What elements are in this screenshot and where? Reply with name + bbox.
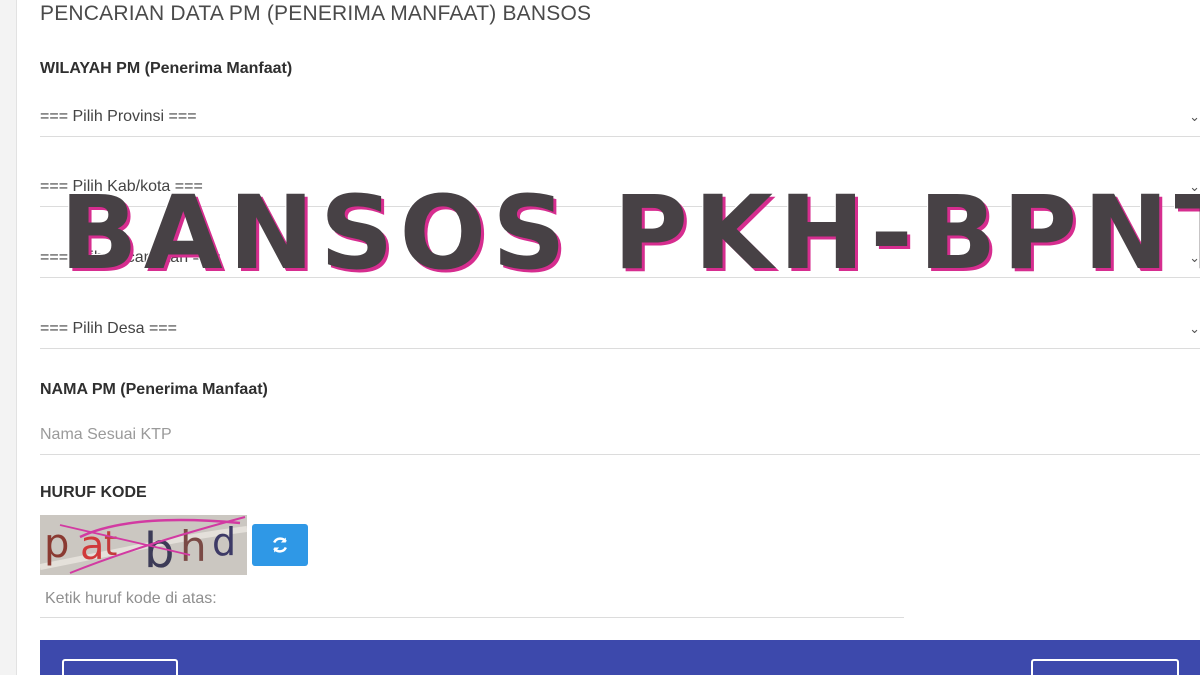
captcha-image: p a t b h d xyxy=(40,515,247,575)
provinsi-select[interactable]: === Pilih Provinsi === ⌄ xyxy=(40,97,1200,137)
kode-input-placeholder: Ketik huruf kode di atas: xyxy=(45,589,217,607)
kode-label: HURUF KODE xyxy=(40,484,147,501)
desa-select-value: === Pilih Desa === xyxy=(40,319,177,337)
svg-text:d: d xyxy=(212,520,236,564)
footer-action-bar xyxy=(40,640,1200,689)
svg-text:b: b xyxy=(144,523,174,575)
wilayah-label: WILAYAH PM (Penerima Manfaat) xyxy=(40,60,293,77)
search-button[interactable] xyxy=(1031,659,1179,689)
svg-text:p: p xyxy=(44,521,69,567)
nama-input[interactable]: Nama Sesuai KTP xyxy=(40,415,1200,455)
chevron-down-icon: ⌄ xyxy=(1189,321,1200,336)
reset-button[interactable] xyxy=(62,659,178,689)
refresh-captcha-button[interactable] xyxy=(252,524,308,566)
nama-input-placeholder: Nama Sesuai KTP xyxy=(40,425,172,443)
chevron-down-icon: ⌄ xyxy=(1189,109,1200,124)
refresh-icon xyxy=(273,537,287,553)
left-border xyxy=(0,0,17,675)
overlay-title: BANSOS PKH-BPNT xyxy=(60,174,1200,293)
page-title: PENCARIAN DATA PM (PENERIMA MANFAAT) BAN… xyxy=(40,2,592,25)
desa-select[interactable]: === Pilih Desa === ⌄ xyxy=(40,309,1200,349)
nama-label: NAMA PM (Penerima Manfaat) xyxy=(40,381,268,398)
provinsi-select-value: === Pilih Provinsi === xyxy=(40,107,197,125)
kode-input[interactable]: Ketik huruf kode di atas: xyxy=(40,580,904,618)
